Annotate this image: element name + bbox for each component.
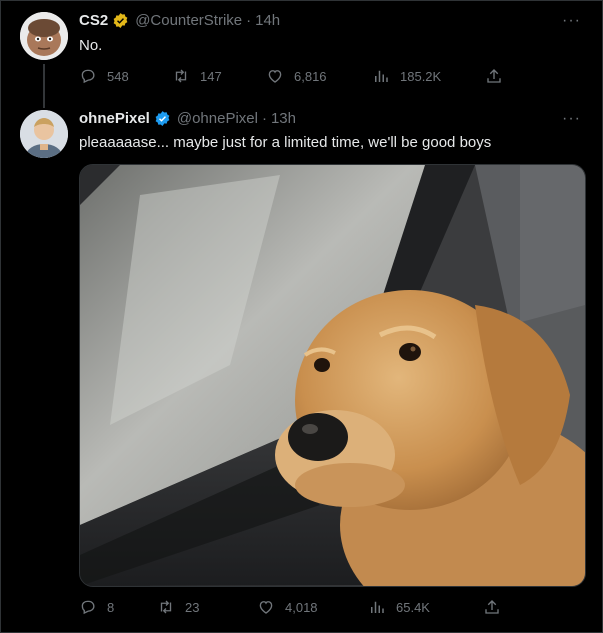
timestamp[interactable]: 14h [255,12,280,29]
blue-verified-badge-icon[interactable] [154,110,171,127]
more-options-icon[interactable]: ··· [562,110,581,128]
author-name[interactable]: CS2 [79,12,108,29]
like-button[interactable]: 6,816 [266,67,372,85]
views-chart-icon [375,70,388,82]
reply-icon [81,600,95,615]
reply-count: 8 [107,599,115,615]
tweet-cs2[interactable]: CS2 @CounterStrike · 14h ··· No. 548 147… [0,0,603,110]
heart-icon [259,601,273,614]
share-button[interactable] [483,598,511,616]
tweet-text: No. [79,37,103,54]
heart-icon [268,70,282,83]
view-count: 65.4K [396,599,430,615]
retweet-icon [175,69,187,83]
share-icon [487,69,501,83]
reply-count: 548 [107,68,129,84]
avatar[interactable] [20,110,68,158]
author-handle[interactable]: @ohnePixel [177,110,258,127]
retweet-button[interactable]: 147 [172,67,266,85]
retweet-icon [160,600,172,614]
gold-verified-badge-icon[interactable] [112,12,129,29]
share-button[interactable] [485,67,513,85]
avatar[interactable] [20,12,68,60]
views-chart-icon [371,601,384,613]
reply-button[interactable]: 548 [79,67,172,85]
tweet-text: pleaaaaase... maybe just for a limited t… [79,134,492,151]
view-count: 185.2K [400,68,442,84]
separator-dot: · [261,110,267,127]
reply-icon [81,69,95,84]
share-icon [485,600,499,614]
author-name[interactable]: ohnePixel [79,110,150,127]
reply-button[interactable]: 8 [79,598,157,616]
author-handle[interactable]: @CounterStrike [135,12,242,29]
avatar-person-image [20,110,68,158]
like-button[interactable]: 4,018 [257,598,368,616]
views-button[interactable]: 185.2K [372,67,485,85]
retweet-count: 147 [200,68,222,84]
retweet-count: 23 [185,599,200,615]
timestamp[interactable]: 13h [271,110,296,127]
dog-in-car-photo [80,165,585,586]
like-count: 6,816 [294,68,327,84]
views-button[interactable]: 65.4K [368,598,483,616]
retweet-button[interactable]: 23 [157,598,257,616]
like-count: 4,018 [285,599,318,615]
separator-dot: · [246,12,252,29]
thread-connector-line [43,64,45,108]
more-options-icon[interactable]: ··· [562,12,581,30]
tweet-image[interactable] [79,164,586,587]
avatar-cartoon-face-image [20,12,68,60]
